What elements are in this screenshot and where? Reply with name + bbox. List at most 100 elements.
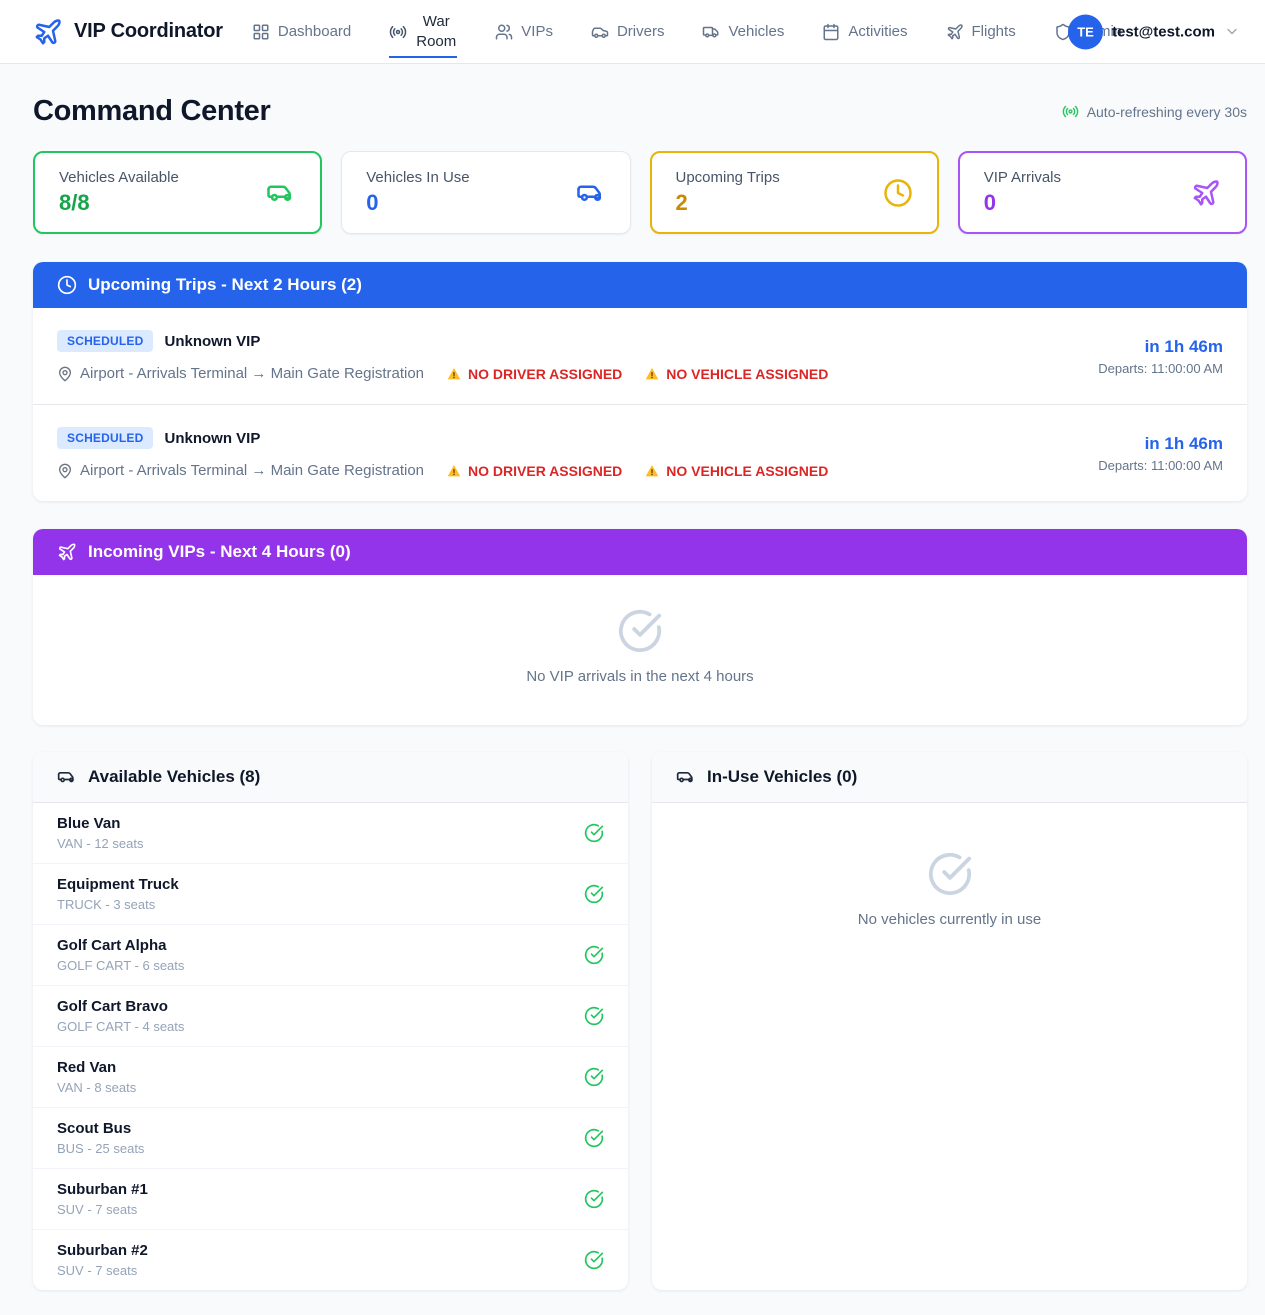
check-circle-icon xyxy=(584,1006,604,1026)
plane-icon xyxy=(57,542,77,562)
brand-logo[interactable]: VIP Coordinator xyxy=(33,17,223,47)
main-content: Command Center Auto-refreshing every 30s… xyxy=(33,64,1247,1315)
check-circle-icon xyxy=(676,851,1223,897)
warning-triangle-icon xyxy=(644,366,660,382)
stat-label: Vehicles In Use xyxy=(366,169,469,186)
vehicle-details: SUV - 7 seats xyxy=(57,1263,148,1278)
brand-name: VIP Coordinator xyxy=(74,20,223,43)
warning-triangle-icon xyxy=(644,463,660,479)
nav-item-dashboard[interactable]: Dashboard xyxy=(252,23,351,41)
van-icon xyxy=(266,178,296,208)
nav-item-vips[interactable]: VIPs xyxy=(495,23,553,41)
vip-empty-message: No VIP arrivals in the next 4 hours xyxy=(57,668,1223,685)
van-icon xyxy=(676,767,696,787)
stat-card-vehicles-available: Vehicles Available 8/8 xyxy=(33,151,322,234)
no-vehicle-warning: NO VEHICLE ASSIGNED xyxy=(644,366,828,382)
top-navbar: VIP Coordinator Dashboard War Room VIPs … xyxy=(0,0,1265,64)
incoming-vips-section: Incoming VIPs - Next 4 Hours (0) No VIP … xyxy=(33,529,1247,725)
vehicle-details: VAN - 8 seats xyxy=(57,1080,136,1095)
check-circle-icon xyxy=(584,1189,604,1209)
van-icon xyxy=(576,178,606,208)
vehicles-grid: Available Vehicles (8) Blue Van VAN - 12… xyxy=(33,752,1247,1315)
trip-departs: Departs: 11:00:00 AM xyxy=(1098,361,1223,376)
warning-triangle-icon xyxy=(446,463,462,479)
available-vehicles-header: Available Vehicles (8) xyxy=(33,752,628,803)
check-circle-icon xyxy=(584,945,604,965)
nav-label: Drivers xyxy=(617,23,665,40)
trip-row: SCHEDULED Unknown VIP Airport - Arrivals… xyxy=(33,404,1247,501)
incoming-vips-header: Incoming VIPs - Next 4 Hours (0) xyxy=(33,529,1247,575)
stat-label: Upcoming Trips xyxy=(676,169,780,186)
page-title: Command Center xyxy=(33,95,271,128)
stats-grid: Vehicles Available 8/8 Vehicles In Use 0… xyxy=(33,151,1247,234)
no-vehicle-warning: NO VEHICLE ASSIGNED xyxy=(644,463,828,479)
vehicle-details: TRUCK - 3 seats xyxy=(57,897,179,912)
trip-route-text: Airport - Arrivals Terminal → Main Gate … xyxy=(80,462,424,479)
trip-vip-name: Unknown VIP xyxy=(164,333,260,350)
nav-label: Dashboard xyxy=(278,23,351,40)
stat-label: VIP Arrivals xyxy=(984,169,1061,186)
section-title: In-Use Vehicles (0) xyxy=(707,767,857,787)
in-use-vehicles-header: In-Use Vehicles (0) xyxy=(652,752,1247,803)
plane-icon xyxy=(946,23,964,41)
vehicle-row: Blue Van VAN - 12 seats xyxy=(33,803,628,863)
stat-card-vehicles-in-use: Vehicles In Use 0 xyxy=(341,151,630,234)
nav-label: Activities xyxy=(848,23,907,40)
check-circle-icon xyxy=(57,608,1223,654)
plane-logo-icon xyxy=(33,17,63,47)
car-icon xyxy=(591,23,609,41)
stat-value: 0 xyxy=(366,190,469,216)
calendar-icon xyxy=(822,23,840,41)
nav-item-flights[interactable]: Flights xyxy=(946,23,1016,41)
chevron-down-icon xyxy=(1224,24,1240,40)
in-use-vehicles-card: In-Use Vehicles (0) No vehicles currentl… xyxy=(652,752,1247,1290)
truck-icon xyxy=(702,23,720,41)
nav-label: Flights xyxy=(972,23,1016,40)
stat-value: 0 xyxy=(984,190,1061,216)
nav-item-war-room[interactable]: War Room xyxy=(389,12,457,51)
vehicle-name: Suburban #1 xyxy=(57,1181,148,1198)
no-driver-warning: NO DRIVER ASSIGNED xyxy=(446,366,622,382)
vehicle-details: SUV - 7 seats xyxy=(57,1202,148,1217)
map-pin-icon xyxy=(57,366,73,382)
trip-vip-name: Unknown VIP xyxy=(164,430,260,447)
vehicle-row: Golf Cart Alpha GOLF CART - 6 seats xyxy=(33,924,628,985)
upcoming-trips-header: Upcoming Trips - Next 2 Hours (2) xyxy=(33,262,1247,308)
section-title: Available Vehicles (8) xyxy=(88,767,260,787)
vehicle-details: BUS - 25 seats xyxy=(57,1141,144,1156)
check-circle-icon xyxy=(584,1250,604,1270)
trip-row: SCHEDULED Unknown VIP Airport - Arrivals… xyxy=(33,308,1247,404)
in-use-empty-state: No vehicles currently in use xyxy=(652,803,1247,968)
trip-countdown: in 1h 46m xyxy=(1098,434,1223,454)
check-circle-icon xyxy=(584,823,604,843)
vehicle-name: Golf Cart Bravo xyxy=(57,998,184,1015)
nav-label: VIPs xyxy=(521,23,553,40)
upcoming-trips-section: Upcoming Trips - Next 2 Hours (2) SCHEDU… xyxy=(33,262,1247,501)
vehicle-row: Suburban #2 SUV - 7 seats xyxy=(33,1229,628,1290)
check-circle-icon xyxy=(584,1128,604,1148)
stat-label: Vehicles Available xyxy=(59,169,179,186)
vehicle-name: Scout Bus xyxy=(57,1120,144,1137)
vip-empty-state: No VIP arrivals in the next 4 hours xyxy=(33,575,1247,725)
user-menu[interactable]: TE test@test.com xyxy=(1068,14,1240,49)
vehicle-row: Red Van VAN - 8 seats xyxy=(33,1046,628,1107)
radio-icon xyxy=(389,23,407,41)
vehicle-row: Equipment Truck TRUCK - 3 seats xyxy=(33,863,628,924)
avatar: TE xyxy=(1068,14,1103,49)
warning-triangle-icon xyxy=(446,366,462,382)
auto-refresh-label: Auto-refreshing every 30s xyxy=(1087,104,1247,120)
check-circle-icon xyxy=(584,1067,604,1087)
available-vehicles-card: Available Vehicles (8) Blue Van VAN - 12… xyxy=(33,752,628,1290)
nav-items: Dashboard War Room VIPs Drivers Vehicles xyxy=(252,12,1122,51)
status-badge: SCHEDULED xyxy=(57,330,153,352)
vehicle-name: Golf Cart Alpha xyxy=(57,937,184,954)
nav-item-vehicles[interactable]: Vehicles xyxy=(702,23,784,41)
nav-item-activities[interactable]: Activities xyxy=(822,23,907,41)
stat-card-vip-arrivals: VIP Arrivals 0 xyxy=(958,151,1247,234)
dashboard-grid-icon xyxy=(252,23,270,41)
vehicle-name: Red Van xyxy=(57,1059,136,1076)
vehicle-name: Suburban #2 xyxy=(57,1242,148,1259)
nav-item-drivers[interactable]: Drivers xyxy=(591,23,665,41)
vehicle-name: Blue Van xyxy=(57,815,143,832)
section-title: Incoming VIPs - Next 4 Hours (0) xyxy=(88,542,351,562)
